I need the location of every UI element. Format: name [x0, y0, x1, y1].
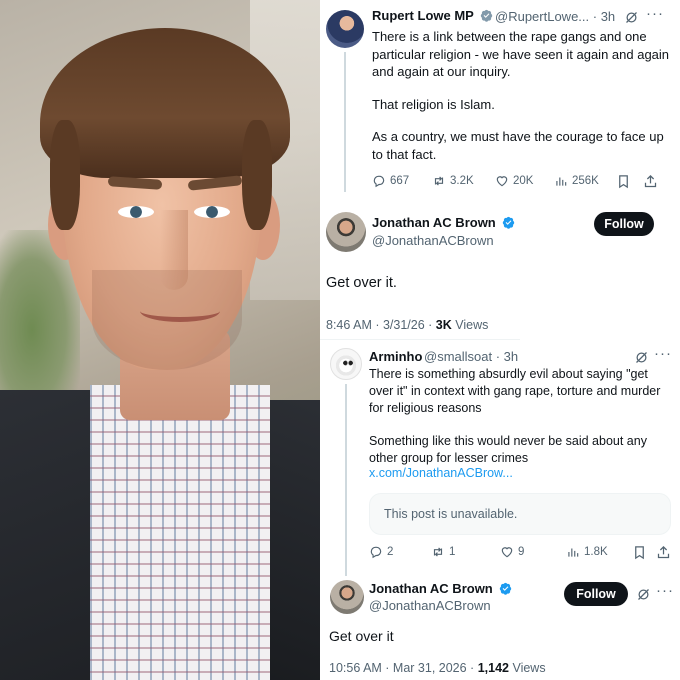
like-icon — [496, 176, 508, 187]
post-paragraph: Something like this would never be said … — [369, 434, 647, 465]
verified-badge-icon — [500, 582, 512, 595]
repost-button[interactable]: 3.2K — [432, 174, 474, 188]
post-paragraph: As a country, we must have the courage t… — [372, 129, 664, 162]
reply-count: 2 — [387, 546, 394, 558]
avatar[interactable] — [326, 212, 366, 252]
post-handle[interactable]: @RupertLowe... · 3h — [495, 9, 615, 24]
tweet-thread-panel: Rupert Lowe MP @RupertLowe... · 3h ··· T… — [320, 0, 680, 680]
views-icon — [556, 177, 567, 186]
checked-shirt — [90, 385, 270, 680]
post-time: · 3h — [495, 349, 519, 364]
author-name: Jonathan AC Brown — [369, 581, 493, 596]
like-button[interactable]: 9 — [500, 545, 524, 559]
post-author[interactable]: Jonathan AC Brown — [372, 215, 515, 230]
post-paragraph: That religion is Islam. — [372, 96, 495, 112]
author-name: Rupert Lowe MP — [372, 8, 474, 23]
timestamp-text: 8:46 AM · 3/31/26 · — [326, 318, 436, 332]
views-button[interactable]: 256K — [554, 174, 599, 188]
follow-button[interactable]: Follow — [564, 582, 628, 606]
views-button[interactable]: 1.8K — [566, 545, 608, 559]
post-handle[interactable]: @smallsoat · 3h — [424, 349, 518, 364]
quoted-link[interactable]: x.com/JonathanACBrow... — [369, 466, 513, 480]
grok-icon[interactable] — [624, 10, 639, 25]
avatar[interactable] — [330, 348, 362, 380]
views-count: 1.8K — [584, 546, 608, 558]
thread-connector — [344, 52, 346, 192]
share-icon[interactable] — [643, 174, 658, 189]
reply-count: 667 — [390, 175, 410, 187]
right-eye — [194, 206, 230, 218]
post-body: Get over it. — [326, 275, 397, 291]
hair-side-right — [242, 120, 272, 230]
more-icon[interactable]: ··· — [646, 5, 664, 22]
left-eye — [118, 206, 154, 218]
views-icon — [568, 548, 579, 557]
verified-badge-icon — [503, 216, 515, 229]
like-button[interactable]: 20K — [495, 174, 533, 188]
repost-icon — [433, 547, 443, 557]
handle-text: @RupertLowe... — [495, 9, 590, 24]
repost-icon — [434, 176, 444, 186]
repost-button[interactable]: 1 — [431, 545, 455, 559]
post-timestamp[interactable]: 10:56 AM · Mar 31, 2026 · 1,142 Views — [329, 661, 546, 675]
avatar[interactable] — [330, 580, 364, 614]
reply-button[interactable]: 2 — [369, 545, 393, 559]
nose — [160, 210, 188, 290]
post-timestamp[interactable]: 8:46 AM · 3/31/26 · 3K Views — [326, 318, 488, 332]
post-handle[interactable]: @JonathanACBrown — [369, 598, 491, 613]
bookmark-icon[interactable] — [632, 545, 647, 560]
hair-side-left — [50, 120, 80, 230]
share-icon[interactable] — [656, 545, 671, 560]
repost-count: 3.2K — [450, 175, 474, 187]
bookmark-icon[interactable] — [616, 174, 631, 189]
like-count: 20K — [513, 175, 534, 187]
avatar[interactable] — [326, 10, 364, 48]
unavailable-text: This post is unavailable. — [384, 507, 518, 521]
thread-connector — [345, 384, 347, 576]
post-author[interactable]: Rupert Lowe MP — [372, 8, 493, 23]
verified-badge-icon — [481, 9, 493, 22]
post-author[interactable]: Jonathan AC Brown — [369, 581, 512, 596]
follow-button[interactable]: Follow — [594, 212, 654, 236]
timestamp-text: 10:56 AM · Mar 31, 2026 · — [329, 661, 478, 675]
handle-text: @smallsoat — [424, 349, 493, 364]
post-paragraph: There is a link between the rape gangs a… — [372, 29, 670, 79]
post-body: There is a link between the rape gangs a… — [372, 28, 672, 163]
post-body: Get over it — [329, 628, 394, 644]
author-name: Jonathan AC Brown — [372, 215, 496, 230]
like-icon — [501, 547, 513, 558]
repost-count: 1 — [449, 546, 456, 558]
reply-button[interactable]: 667 — [372, 174, 409, 188]
post-paragraph: There is something absurdly evil about s… — [369, 367, 661, 415]
post-time: · 3h — [592, 9, 616, 24]
grok-icon[interactable] — [634, 350, 649, 365]
views-count: 1,142 — [477, 661, 509, 675]
more-icon[interactable]: ··· — [654, 345, 672, 362]
views-count: 3K — [435, 318, 452, 332]
more-icon[interactable]: ··· — [656, 582, 674, 599]
portrait-photo — [0, 0, 320, 680]
views-label: Views — [508, 661, 546, 675]
like-count: 9 — [518, 546, 525, 558]
post-body: There is something absurdly evil about s… — [369, 366, 669, 467]
reply-icon — [370, 546, 382, 559]
divider — [320, 339, 520, 340]
unavailable-post-card: This post is unavailable. — [369, 493, 671, 535]
author-name: Arminho — [369, 349, 423, 364]
post-author[interactable]: Arminho — [369, 349, 422, 364]
post-handle[interactable]: @JonathanACBrown — [372, 233, 494, 248]
smile — [140, 300, 220, 322]
reply-icon — [373, 175, 385, 188]
views-label: Views — [451, 318, 489, 332]
views-count: 256K — [572, 175, 599, 187]
grok-icon[interactable] — [636, 587, 651, 602]
